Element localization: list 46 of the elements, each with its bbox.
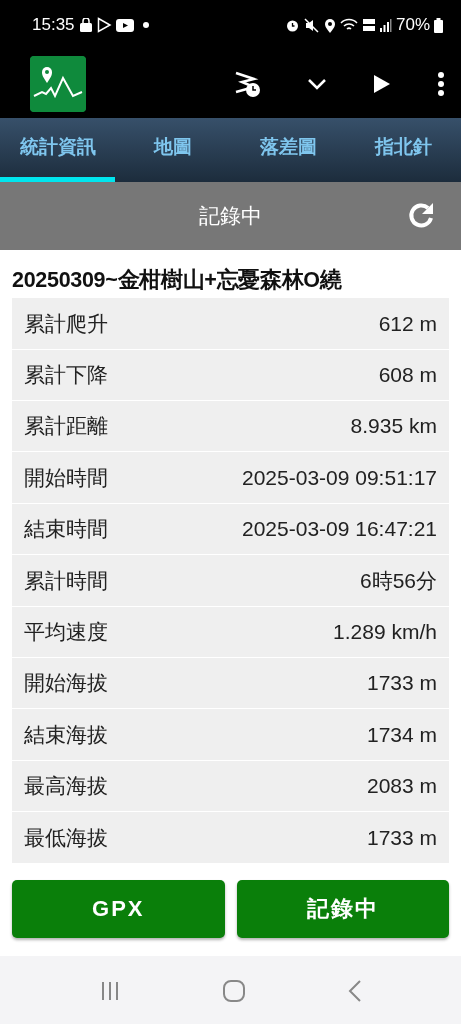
tab[interactable]: 落差圖	[230, 118, 346, 182]
flag-clock-icon[interactable]	[233, 70, 261, 98]
stat-value: 1733 m	[366, 824, 437, 851]
video-icon	[115, 18, 134, 32]
stat-value: 1733 m	[366, 670, 437, 697]
wifi-icon	[339, 18, 358, 32]
back-icon[interactable]	[348, 978, 363, 1003]
stat-value: 608 m	[378, 362, 437, 389]
stat-value: 8.935 km	[350, 413, 437, 440]
stat-label: 開始海拔	[24, 670, 108, 697]
play-icon[interactable]	[373, 74, 391, 94]
stat-label: 累計距離	[24, 413, 108, 440]
action-button[interactable]: GPX	[12, 879, 225, 938]
stat-label: 最低海拔	[24, 824, 108, 851]
battery-icon	[434, 17, 443, 33]
signal-icon	[379, 18, 392, 32]
app-logo-icon[interactable]	[30, 56, 86, 112]
stat-value: 612 m	[378, 310, 437, 337]
stat-label: 最高海拔	[24, 773, 108, 800]
more-icon[interactable]	[437, 72, 445, 96]
stat-label: 結束時間	[24, 516, 108, 543]
track-title: 20250309~金柑樹山+忘憂森林O繞	[12, 268, 342, 292]
stat-value: 2025-03-09 09:51:17	[242, 464, 437, 491]
mute-icon	[303, 17, 320, 33]
play-store-icon	[96, 17, 112, 33]
stat-label: 開始時間	[24, 464, 108, 491]
stat-label: 累計爬升	[24, 310, 108, 337]
stat-label: 累計下降	[24, 362, 108, 389]
tab[interactable]: 指北針	[345, 118, 461, 182]
action-button[interactable]: 記錄中	[236, 879, 449, 938]
tab[interactable]: 地圖	[115, 118, 231, 182]
stat-value: 2025-03-09 16:47:21	[242, 516, 437, 543]
header-title: 記錄中	[199, 203, 262, 230]
status-time: 15:35	[32, 14, 75, 37]
battery-percent: 70%	[395, 14, 430, 37]
stat-value: 2083 m	[366, 773, 437, 800]
stat-value: 1.289 km/h	[333, 619, 437, 646]
home-icon[interactable]	[222, 978, 247, 1003]
stat-value: 1734 m	[366, 721, 437, 748]
stat-label: 累計時間	[24, 567, 108, 594]
stat-value: 6時56分	[359, 567, 437, 594]
stat-label: 平均速度	[24, 619, 108, 646]
lte-icon	[361, 17, 376, 33]
location-icon	[323, 17, 336, 33]
stat-label: 結束海拔	[24, 721, 108, 748]
chevron-down-icon[interactable]	[307, 78, 327, 90]
